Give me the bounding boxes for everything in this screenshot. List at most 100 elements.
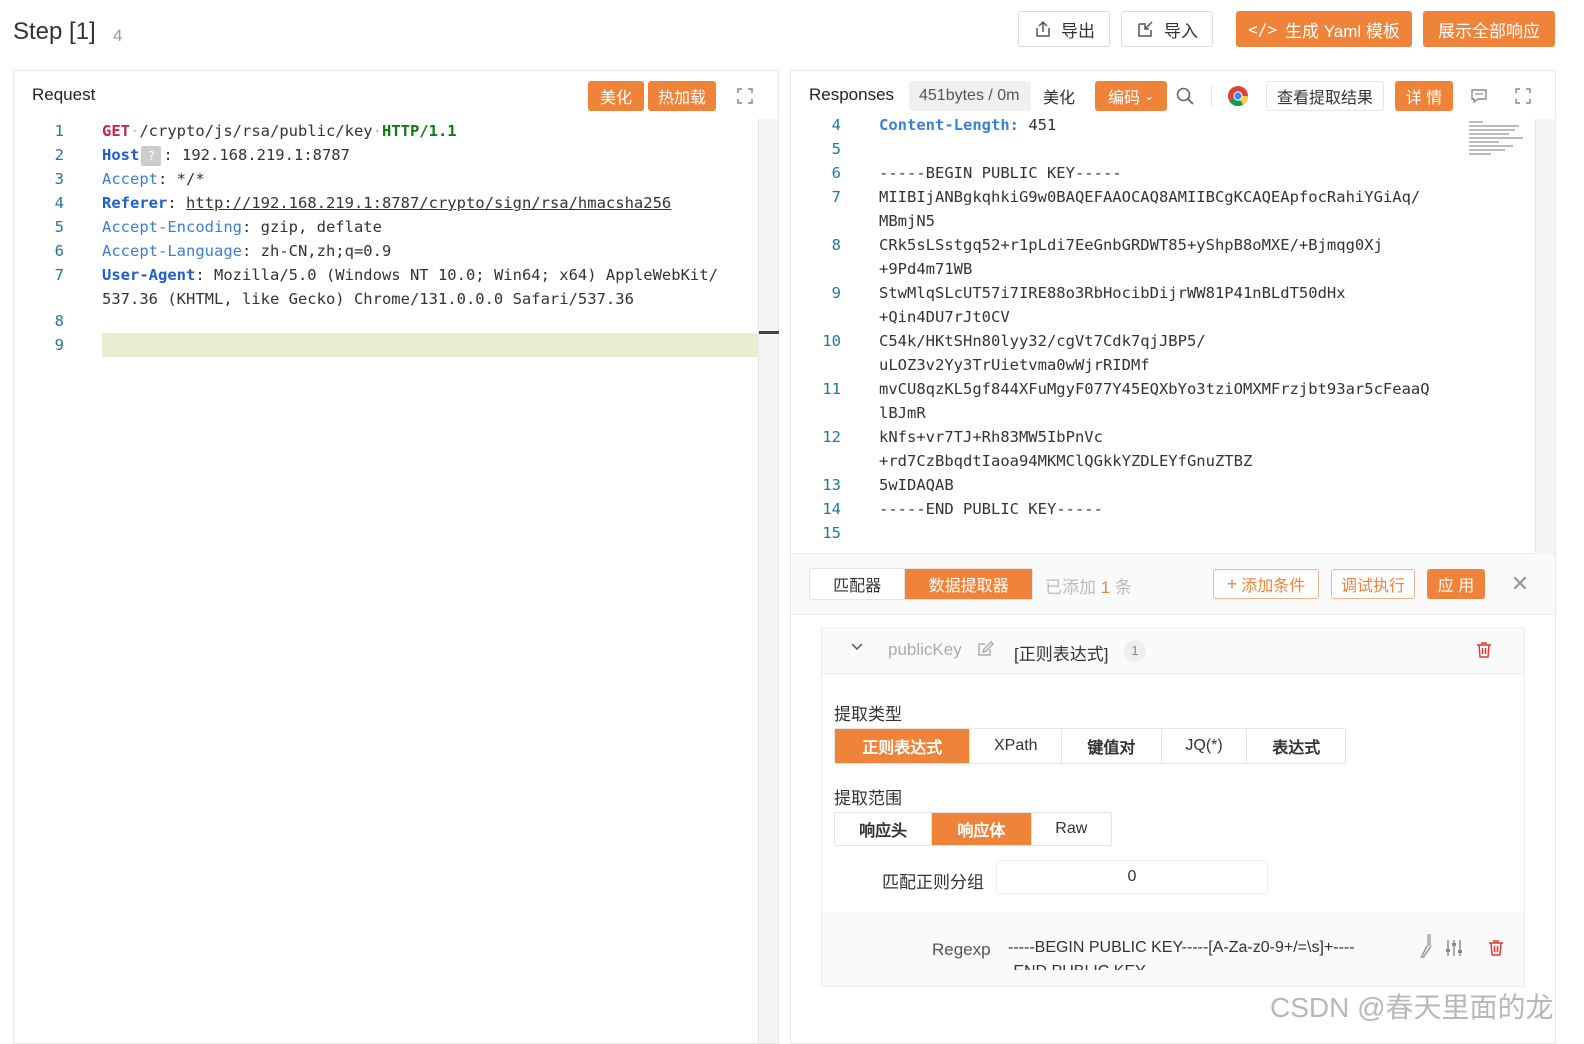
header-referer: Referer: http://192.168.219.1:8787/crypt… [102, 194, 672, 212]
search-icon[interactable] [1171, 83, 1199, 109]
show-all-responses-button[interactable]: 展示全部响应 [1423, 11, 1555, 47]
sliders-icon[interactable] [1444, 938, 1464, 963]
extractor-item-name: publicKey [888, 640, 962, 659]
response-title: Responses [809, 85, 895, 104]
current-line-highlight [102, 333, 778, 357]
debug-run-button[interactable]: 调试执行 [1331, 569, 1415, 599]
response-panel: Responses 451bytes / 0m 美化 编码 ⌄ 查看提取结果 详… [790, 70, 1556, 1044]
request-editor[interactable]: 1 2 3 4 5 6 7 8 9 GET·/crypto/js/rsa/pub… [14, 119, 778, 1043]
line-number: 6 [831, 164, 841, 182]
response-body-line: +rd7CzBbqdtIaoa94MKMClQGkkYZDLEYfGnuZTBZ [879, 452, 1253, 470]
code-icon: </> [1248, 19, 1277, 39]
scroll-marker [759, 331, 779, 334]
chrome-icon[interactable] [1225, 83, 1251, 109]
line-number: 4 [54, 194, 64, 212]
line-number: 14 [822, 500, 841, 518]
type-option-regex[interactable]: 正则表达式 [835, 729, 971, 763]
tab-matcher[interactable]: 匹配器 [810, 569, 906, 599]
comment-icon[interactable] [1465, 84, 1493, 108]
line-number: 9 [54, 336, 64, 354]
request-line: GET·/crypto/js/rsa/public/key·HTTP/1.1 [102, 122, 457, 140]
type-option-xpath[interactable]: XPath [970, 729, 1063, 763]
chevron-down-icon[interactable] [850, 640, 864, 659]
referer-link[interactable]: http://192.168.219.1:8787/crypto/sign/rs… [186, 194, 671, 212]
line-number: 8 [54, 312, 64, 330]
delete-regexp-icon[interactable] [1486, 938, 1506, 963]
step-count: 4 [113, 26, 123, 45]
request-panel: Request 美化 热加载 1 2 3 4 5 6 7 8 9 GET·/cr… [13, 70, 779, 1044]
chevron-down-icon: ⌄ [1143, 89, 1155, 103]
line-number: 8 [831, 236, 841, 254]
detail-button[interactable]: 详 情 [1395, 81, 1453, 111]
line-number: 5 [54, 218, 64, 236]
view-extract-results-button[interactable]: 查看提取结果 [1266, 81, 1384, 111]
export-button[interactable]: 导出 [1018, 11, 1110, 47]
edit-icon[interactable] [976, 640, 994, 663]
import-icon [1138, 21, 1153, 37]
add-condition-label: 添加条件 [1241, 578, 1306, 595]
line-number: 4 [831, 119, 841, 134]
delete-icon[interactable] [1474, 640, 1494, 665]
scope-option-raw[interactable]: Raw [1032, 813, 1111, 845]
line-number: 2 [54, 146, 64, 164]
import-button[interactable]: 导入 [1121, 11, 1213, 47]
tab-data-extractor[interactable]: 数据提取器 [905, 569, 1032, 599]
header-content-length: Content-Length: 451 [879, 119, 1057, 134]
type-option-kv[interactable]: 键值对 [1062, 729, 1162, 763]
response-body-line: -----BEGIN PUBLIC KEY----- [879, 164, 1122, 182]
response-body-line: StwMlqSLcUT57i7IRE88o3RbHocibDijrWW81P41… [879, 284, 1346, 302]
line-number: 15 [822, 524, 841, 542]
encode-label: 编码 [1107, 90, 1140, 107]
type-option-jq[interactable]: JQ(*) [1162, 729, 1248, 763]
line-number: 12 [822, 428, 841, 446]
encode-dropdown[interactable]: 编码 ⌄ [1095, 81, 1167, 111]
request-fullscreen-icon[interactable] [732, 85, 758, 107]
added-count-text: 已添加 1 条 [1045, 578, 1132, 597]
response-editor[interactable]: 4 5 6 7 8 9 10 11 12 13 14 15 Content-Length: 451 -… [791, 119, 1535, 553]
response-body-line: C54k/HKtSHn80lyy32/cgVt7Cdk7qjJBP5/ [879, 332, 1206, 350]
response-fullscreen-icon[interactable] [1509, 84, 1537, 108]
line-number: 10 [822, 332, 841, 350]
scope-option-header[interactable]: 响应头 [835, 813, 933, 845]
regexp-input[interactable]: -----BEGIN PUBLIC KEY-----[A-Za-z0-9+/=\… [1008, 928, 1412, 970]
request-beautify-button[interactable]: 美化 [588, 81, 644, 111]
response-body-line: lBJmR [879, 404, 926, 422]
brush-icon[interactable] [1416, 932, 1436, 965]
add-condition-button[interactable]: + 添加条件 [1213, 569, 1319, 599]
type-option-expression[interactable]: 表达式 [1247, 729, 1345, 763]
header-user-agent: User-Agent: Mozilla/5.0 (Windows NT 10.0… [102, 266, 718, 284]
response-body-line: +Qin4DU7rJt0CV [879, 308, 1010, 326]
regex-group-label: 匹配正则分组 [882, 873, 984, 892]
import-label: 导入 [1164, 21, 1198, 41]
export-label: 导出 [1061, 21, 1095, 41]
request-hotload-button[interactable]: 热加载 [648, 81, 716, 111]
plus-icon: + [1226, 573, 1238, 594]
request-scrollbar[interactable] [758, 119, 779, 1043]
response-beautify-button[interactable]: 美化 [1031, 81, 1087, 111]
header-accept-encoding: Accept-Encoding: gzip, deflate [102, 218, 382, 236]
close-icon[interactable]: ✕ [1507, 571, 1533, 597]
line-number: 11 [822, 380, 841, 398]
line-number: 6 [54, 242, 64, 260]
response-scrollbar[interactable] [1535, 119, 1555, 553]
extractor-item-type: [正则表达式] [1014, 645, 1109, 664]
scope-option-body[interactable]: 响应体 [932, 813, 1032, 845]
extractor-item-card: publicKey [正则表达式] 1 提取类型 正则表达式 XPath 键值对… [821, 627, 1525, 987]
line-number: 7 [54, 266, 64, 284]
line-number: 9 [831, 284, 841, 302]
help-icon[interactable]: ? [141, 145, 162, 166]
apply-button[interactable]: 应 用 [1427, 569, 1485, 599]
header-accept: Accept: */* [102, 170, 205, 188]
minimap[interactable] [1469, 119, 1531, 159]
regex-group-input[interactable]: 0 [996, 860, 1268, 894]
response-body-line: MIIBIjANBgkqhkiG9w0BAQEFAAOCAQ8AMIIBCgKC… [879, 188, 1421, 206]
response-body-line: uLOZ3v2Yy3TrUietvma0wWjrRIDMf [879, 356, 1150, 374]
extract-scope-segmented: 响应头 响应体 Raw [834, 812, 1112, 846]
line-number: 1 [54, 122, 64, 140]
response-body-line: mvCU8qzKL5gf844XFuMgyF077Y45EQXbYo3tziOM… [879, 380, 1430, 398]
generate-yaml-button[interactable]: </> 生成 Yaml 模板 [1236, 11, 1412, 47]
response-body-line: CRk5sLSstgq52+r1pLdi7EeGnbGRDWT85+yShpB8… [879, 236, 1383, 254]
divider [1211, 85, 1212, 107]
response-body-line: +9Pd4m71WB [879, 260, 973, 278]
generate-yaml-label: 生成 Yaml 模板 [1284, 21, 1400, 41]
